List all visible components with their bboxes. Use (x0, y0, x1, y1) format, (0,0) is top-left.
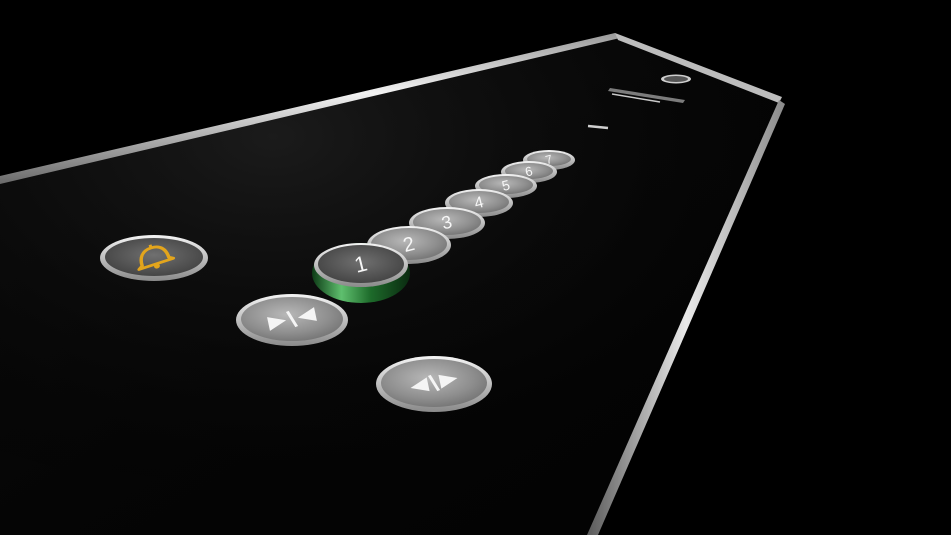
speaker-grille-icon (661, 74, 691, 84)
elevator-panel-scene: 7654321 (0, 0, 951, 535)
floor-button-1[interactable]: 1 (312, 243, 410, 303)
alarm-button[interactable] (100, 235, 208, 281)
door-open-button[interactable] (236, 294, 348, 346)
door-close-button[interactable] (376, 356, 492, 412)
